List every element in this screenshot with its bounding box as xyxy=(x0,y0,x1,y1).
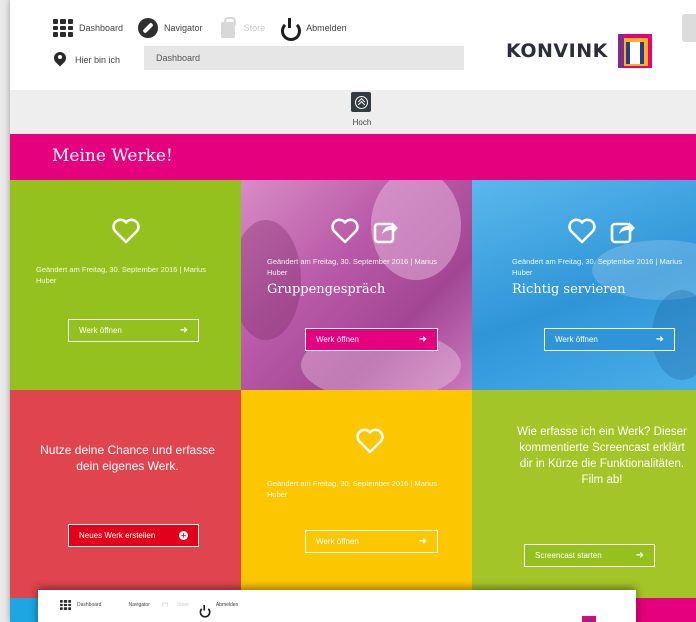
tile-meta: Geändert am Freitag, 30. September 2016 … xyxy=(267,257,437,277)
heart-icon[interactable] xyxy=(112,218,140,244)
location-pin-icon xyxy=(54,52,66,68)
overlay-nav-navigator[interactable]: Navigator xyxy=(111,602,149,608)
location-label: Hier bin ich xyxy=(75,55,121,65)
open-work-label: Werk öffnen xyxy=(555,335,598,344)
power-icon xyxy=(279,17,302,41)
next-section-strip-pink xyxy=(636,598,696,622)
share-icon[interactable] xyxy=(373,218,399,244)
tile-title: Gruppengespräch xyxy=(267,282,386,297)
main-menu: Dashboard Navigator Store Abmelden xyxy=(10,14,347,42)
location-input[interactable] xyxy=(144,46,464,70)
next-section-strip-blue xyxy=(10,598,38,622)
arrow-right-icon: ➜ xyxy=(418,536,427,547)
create-work-label: Neues Werk erstellen xyxy=(79,531,156,540)
grid-icon xyxy=(52,17,74,39)
open-work-button[interactable]: Werk öffnen ➜ xyxy=(305,328,438,351)
arrow-right-icon: ➜ xyxy=(418,334,427,345)
corner-tab-button[interactable] xyxy=(682,14,696,42)
arrow-right-icon: ➜ xyxy=(655,334,664,345)
share-icon[interactable] xyxy=(610,218,636,244)
tile-title: Richtig servieren xyxy=(512,282,626,297)
overlay-nav-dashboard[interactable]: Dashboard xyxy=(60,596,101,614)
tile-meta: Geändert am Freitag, 30. September 2016 … xyxy=(267,479,437,499)
open-work-button[interactable]: Werk öffnen ➜ xyxy=(68,319,199,342)
nav-store-label: Store xyxy=(243,23,266,33)
logo-text: KONVINK xyxy=(506,40,608,62)
overlay-nav-store[interactable]: Store xyxy=(160,602,189,608)
main-window: Dashboard Navigator Store Abmelden Hier … xyxy=(10,0,696,622)
location-bar: Hier bin ich xyxy=(54,46,464,70)
overlay-nav-logout[interactable]: Abmelden xyxy=(199,602,239,608)
open-work-label: Werk öffnen xyxy=(316,537,359,546)
work-tile-5[interactable]: Geändert am Freitag, 30. September 2016 … xyxy=(241,390,472,600)
open-work-button[interactable]: Werk öffnen ➜ xyxy=(305,530,438,553)
overlay-nav-logout-label: Abmelden xyxy=(215,602,239,608)
tile-meta: Geändert am Freitag, 30. September 2016 … xyxy=(36,265,206,285)
screencast-tile: Wie erfasse ich ein Werk? Dieser komment… xyxy=(472,390,696,600)
nav-navigator[interactable]: Navigator xyxy=(137,17,203,39)
work-tile-1[interactable]: Geändert am Freitag, 30. September 2016 … xyxy=(10,180,241,390)
open-work-label: Werk öffnen xyxy=(79,326,122,335)
work-tile-gruppengespraech[interactable]: Geändert am Freitag, 30. September 2016 … xyxy=(241,180,472,390)
overlay-window: Dashboard Navigator Store Abmelden xyxy=(38,590,636,622)
heart-icon[interactable] xyxy=(331,218,359,244)
nav-logout-label: Abmelden xyxy=(306,23,347,33)
nav-logout[interactable]: Abmelden xyxy=(279,17,347,41)
nav-dashboard-label: Dashboard xyxy=(79,23,124,33)
heart-icon[interactable] xyxy=(568,218,596,244)
work-tile-richtig-servieren[interactable]: Geändert am Freitag, 30. September 2016 … xyxy=(472,180,696,390)
chevron-up-circle-icon[interactable] xyxy=(351,92,371,112)
section-title: Meine Werke! xyxy=(52,146,173,166)
tile-meta: Geändert am Freitag, 30. September 2016 … xyxy=(512,257,682,277)
screencast-label: Screencast starten xyxy=(535,551,602,560)
screencast-button[interactable]: Screencast starten ➜ xyxy=(524,544,655,567)
plus-circle-icon: + xyxy=(179,531,188,540)
konvink-logo[interactable]: KONVINK xyxy=(506,34,652,68)
logo-mark-icon xyxy=(617,34,652,68)
scroll-up-bar: Hoch xyxy=(10,90,696,134)
overlay-nav-navigator-label: Navigator xyxy=(128,602,150,608)
overlay-logo-mark-icon xyxy=(582,616,596,622)
overlay-nav-dashboard-label: Dashboard xyxy=(77,602,102,608)
heart-icon[interactable] xyxy=(356,428,384,454)
create-work-button[interactable]: Neues Werk erstellen + xyxy=(68,524,199,547)
open-work-button[interactable]: Werk öffnen ➜ xyxy=(544,328,675,351)
shopping-bag-icon xyxy=(217,16,239,39)
grid-icon xyxy=(60,600,71,610)
nav-dashboard[interactable]: Dashboard xyxy=(52,17,123,39)
create-work-text: Nutze deine Chance und erfasse dein eige… xyxy=(40,443,215,473)
nav-store[interactable]: Store xyxy=(217,16,266,39)
create-work-tile: Nutze deine Chance und erfasse dein eige… xyxy=(10,390,241,600)
hoch-label[interactable]: Hoch xyxy=(350,118,374,127)
overlay-menu: Dashboard Navigator Store Abmelden xyxy=(38,596,238,614)
overlay-nav-store-label: Store xyxy=(176,602,189,608)
section-header: Meine Werke! xyxy=(10,134,696,180)
screencast-text: Wie erfasse ich ein Werk? Dieser komment… xyxy=(517,426,687,486)
arrow-right-icon: ➜ xyxy=(179,325,188,336)
arrow-right-icon: ➜ xyxy=(635,550,644,561)
compass-icon xyxy=(137,17,159,39)
top-navigation: Dashboard Navigator Store Abmelden Hier … xyxy=(10,0,696,90)
open-work-label: Werk öffnen xyxy=(316,335,359,344)
nav-navigator-label: Navigator xyxy=(164,23,203,33)
